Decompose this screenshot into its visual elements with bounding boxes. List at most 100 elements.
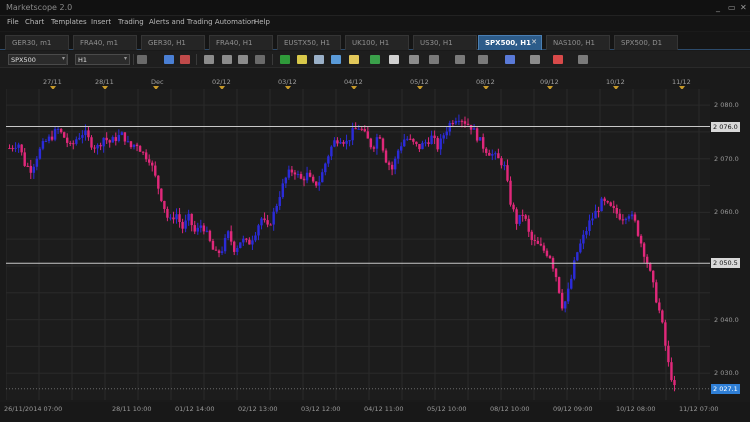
crosshair-icon[interactable]: [204, 55, 214, 64]
candle-body: [123, 132, 127, 142]
timeframe-select[interactable]: H1 ▾: [75, 54, 130, 65]
date-label: 08/12: [476, 78, 495, 86]
candle-body: [585, 231, 588, 235]
tab-spx500-h1[interactable]: SPX500, H1 ✕: [478, 35, 542, 50]
date-label: Dec: [151, 78, 164, 86]
candle-body: [120, 132, 124, 136]
color-icon[interactable]: [389, 55, 399, 64]
candle-body: [481, 137, 485, 149]
candle-body: [138, 146, 142, 152]
current-price-label: 2 027.1: [711, 383, 740, 394]
candle-body: [275, 205, 278, 212]
date-label: 05/12: [410, 78, 429, 86]
tab-ger30-m1[interactable]: GER30, m1: [5, 35, 69, 50]
time-label: 01/12 14:00: [175, 405, 215, 413]
tab-ger30-h1[interactable]: GER30, H1: [141, 35, 205, 50]
pencil-icon[interactable]: [331, 55, 341, 64]
candle-body: [442, 135, 445, 139]
close-button[interactable]: ✕: [740, 3, 747, 12]
menu-chart[interactable]: Chart: [25, 18, 44, 26]
zoom-icon[interactable]: [238, 55, 248, 64]
tab-eustx50-h1[interactable]: EUSTX50, H1: [277, 35, 341, 50]
brush-icon[interactable]: [553, 55, 563, 64]
candle-body: [427, 142, 430, 144]
chart-canvas[interactable]: [6, 89, 710, 400]
objects-icon[interactable]: [370, 55, 380, 64]
candle-body: [539, 243, 543, 246]
candle-body: [630, 214, 634, 217]
menu-templates[interactable]: Templates: [51, 18, 87, 26]
bar-chart-icon[interactable]: [164, 55, 174, 64]
trend-icon[interactable]: [349, 55, 359, 64]
marker-icon[interactable]: [314, 55, 324, 64]
menu-help[interactable]: Help: [254, 18, 270, 26]
pointer-icon[interactable]: [222, 55, 232, 64]
candle-body: [302, 178, 306, 181]
candle-body: [11, 148, 14, 150]
candle-body: [381, 138, 385, 151]
restore-button[interactable]: ▭: [728, 3, 736, 12]
app-title: Marketscope 2.0: [6, 3, 73, 12]
candle-body: [50, 136, 54, 140]
tab-fra40-h1[interactable]: FRA40, H1: [209, 35, 273, 50]
candle-body: [266, 220, 269, 225]
candle-body: [357, 128, 360, 130]
note-icon[interactable]: [280, 55, 290, 64]
price-axis[interactable]: 2 080.0 2 070.0 2 060.0 2 040.0 2 030.0 2 076…: [710, 89, 750, 400]
chart-type-icon[interactable]: [137, 55, 147, 64]
menu-alerts[interactable]: Alerts and Trading Automation: [149, 18, 256, 26]
eraser-icon[interactable]: [297, 55, 307, 64]
candle-chart-icon[interactable]: [180, 55, 190, 64]
time-label: 04/12 11:00: [364, 405, 404, 413]
candle-body: [318, 182, 321, 186]
candle-body: [369, 138, 373, 148]
menu-insert[interactable]: Insert: [91, 18, 111, 26]
date-label: 27/11: [43, 78, 62, 86]
candle-body: [563, 301, 567, 309]
candle-body: [84, 130, 87, 136]
candle-body: [56, 128, 60, 130]
candle-body: [169, 217, 172, 219]
candle-body: [44, 141, 48, 143]
properties-icon[interactable]: [578, 55, 588, 64]
settings-icon[interactable]: [409, 55, 419, 64]
candle-body: [463, 121, 467, 124]
candle-body: [339, 142, 342, 144]
tab-label: EUSTX50, H1: [284, 39, 331, 47]
price-chart[interactable]: [6, 89, 710, 400]
candle-body: [32, 166, 36, 173]
minimize-button[interactable]: _: [716, 3, 720, 12]
candle-body: [354, 128, 357, 130]
candle-body: [375, 137, 379, 149]
tab-nas100-h1[interactable]: NAS100, H1: [546, 35, 610, 50]
fibonacci-icon[interactable]: [455, 55, 465, 64]
candle-body: [594, 210, 597, 219]
date-label: 10/12: [606, 78, 625, 86]
candle-body: [263, 218, 266, 221]
magnet-icon[interactable]: [530, 55, 540, 64]
grid-icon[interactable]: [429, 55, 439, 64]
candle-body: [278, 197, 281, 206]
candle-body: [59, 128, 63, 133]
instrument-select[interactable]: SPX500 ▾: [8, 54, 68, 65]
channel-icon[interactable]: [505, 55, 515, 64]
candle-body: [488, 152, 491, 156]
tab-spx500-d1[interactable]: SPX500, D1: [614, 35, 678, 50]
candle-body: [366, 131, 370, 139]
time-axis: 26/11/2014 07:00 28/11 10:00 01/12 14:00…: [0, 402, 750, 422]
tab-uk100-h1[interactable]: UK100, H1: [345, 35, 409, 50]
candle-body: [257, 225, 260, 236]
line-tool-icon[interactable]: [478, 55, 488, 64]
close-icon[interactable]: ✕: [531, 38, 537, 46]
indicator-icon[interactable]: [255, 55, 265, 64]
candle-body: [23, 152, 26, 166]
candle-body: [163, 200, 166, 209]
candle-body: [664, 322, 667, 346]
menu-file[interactable]: File: [7, 18, 19, 26]
candle-body: [466, 123, 470, 125]
candle-body: [521, 214, 524, 216]
tab-fra40-m1[interactable]: FRA40, m1: [73, 35, 137, 50]
tab-us30-h1[interactable]: US30, H1: [413, 35, 477, 50]
candle-body: [597, 210, 600, 212]
menu-trading[interactable]: Trading: [118, 18, 144, 26]
